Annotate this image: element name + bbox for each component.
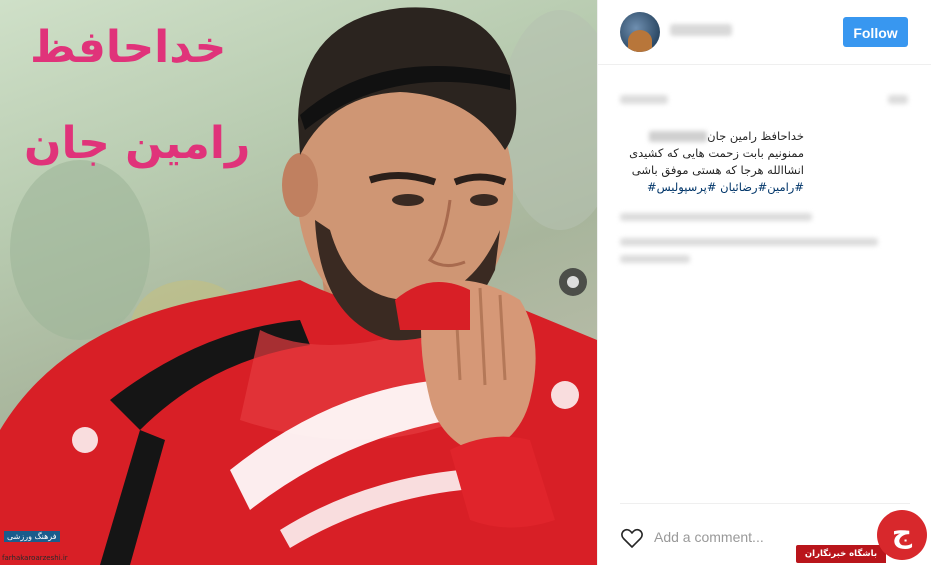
timestamp-blurred	[888, 95, 908, 104]
caption-line1: خداحافظ رامین جان	[629, 128, 804, 145]
watermark-logo-glyph: ج	[891, 516, 913, 549]
comment-blurred-3	[620, 255, 690, 263]
avatar[interactable]	[620, 12, 660, 52]
follow-button[interactable]: Follow	[843, 17, 908, 47]
post-header: Follow	[598, 0, 931, 65]
post-photo[interactable]: خداحافظ رامین جان فرهنگ ورزشی farhakaroa…	[0, 0, 597, 565]
watermark-logo: ج	[877, 510, 927, 560]
source-url: farhakaroarzeshi.ir	[2, 554, 68, 562]
username-blurred[interactable]	[670, 24, 732, 36]
comment-blurred-1	[620, 213, 812, 221]
caption-username-blurred[interactable]	[649, 131, 708, 142]
caption-line3: انشاالله هرجا که هستی موفق باشی	[631, 163, 804, 177]
post-caption: خداحافظ رامین جان ممنونیم بابت زحمت هایی…	[629, 128, 804, 196]
comment-divider	[620, 503, 910, 504]
caption-hashtags[interactable]: #رامین#رضائیان #پرسپولیس#	[629, 179, 804, 196]
likes-count-blurred[interactable]	[620, 95, 668, 104]
photo-title-line1: خداحافظ	[30, 22, 227, 73]
post-details-panel: Follow خداحافظ رامین جان ممنونیم بابت زح…	[597, 0, 931, 565]
caption-line2: ممنونیم بابت زحمت هایی که کشیدی	[629, 146, 804, 160]
caption-line1-text: خداحافظ رامین جان	[707, 129, 804, 143]
source-badge: فرهنگ ورزشی	[4, 531, 60, 542]
watermark-banner: باشگاه خبرنگاران	[796, 545, 886, 563]
heart-outline-icon[interactable]	[620, 527, 644, 549]
comment-blurred-2	[620, 238, 878, 246]
player-illustration	[0, 7, 597, 565]
photo-title-line2: رامین جان	[24, 118, 251, 169]
